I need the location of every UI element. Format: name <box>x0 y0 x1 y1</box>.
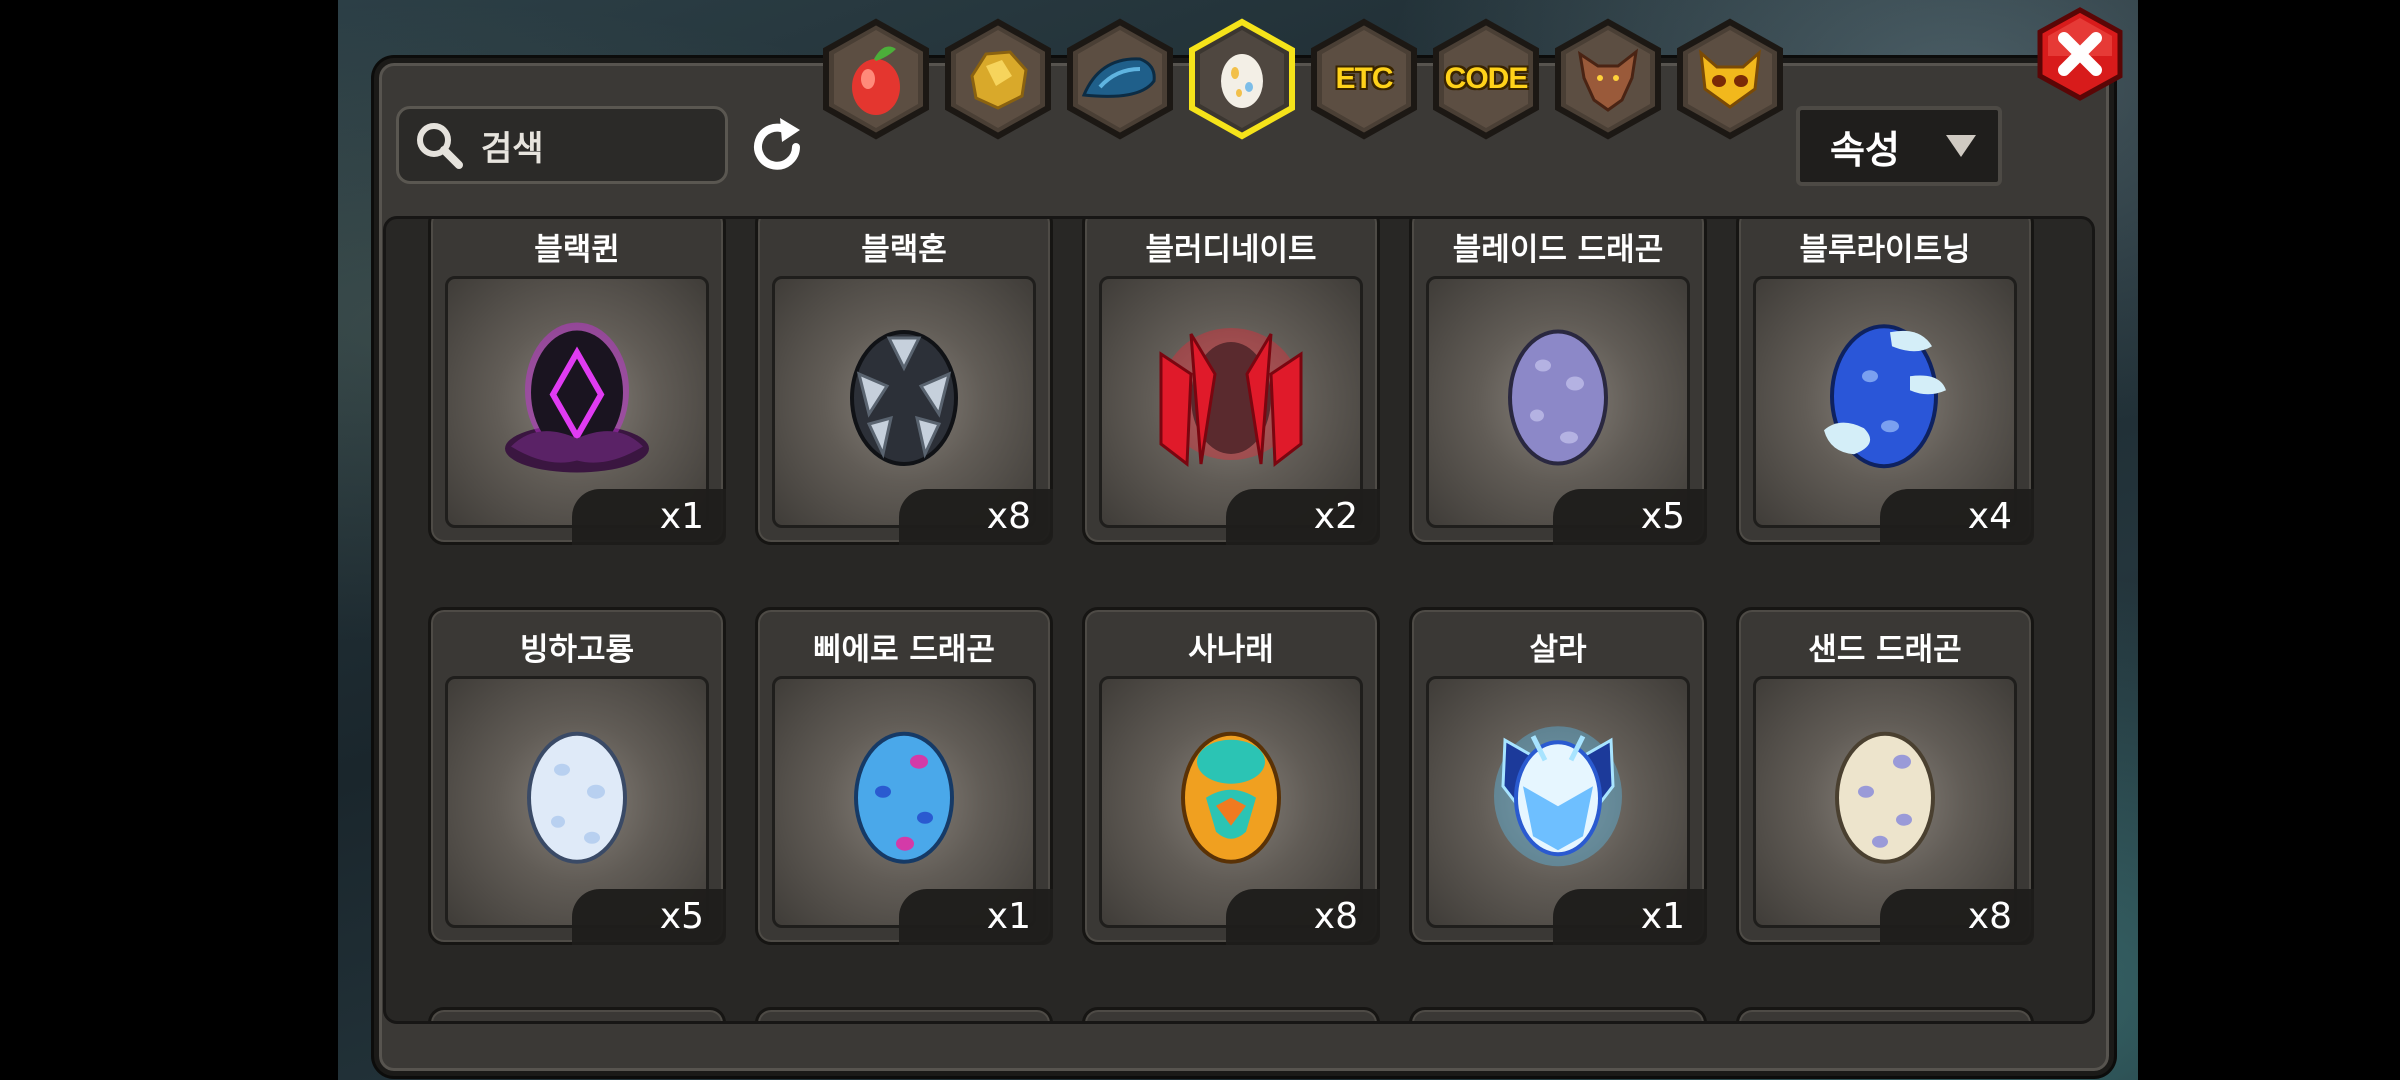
tab-code[interactable]: CODE <box>1430 18 1542 140</box>
black-queen-egg-icon <box>505 322 649 473</box>
chevron-down-icon <box>1946 135 1976 157</box>
item-name: 블루라이트닝 <box>1799 232 1971 268</box>
blue-lightning-egg-icon <box>1824 324 1946 469</box>
item-card-partial[interactable] <box>1082 1007 1380 1021</box>
item-name: 블레이드 드래곤 <box>1452 232 1664 268</box>
item-card-blade-dragon[interactable]: 블레이드 드래곤 x5 <box>1409 219 1707 545</box>
item-card-sala[interactable]: 살라 x1 <box>1409 607 1707 945</box>
item-quantity: x1 <box>899 889 1053 945</box>
item-name: 살라 <box>1529 632 1587 668</box>
sort-label: 속성 <box>1830 127 1900 172</box>
item-card-black-queen[interactable]: 블랙퀸 x1 <box>428 219 726 545</box>
blade-dragon-egg-icon <box>1508 329 1608 466</box>
tab-etc-label: ETC <box>1335 62 1394 95</box>
tab-mask[interactable] <box>1674 18 1786 140</box>
item-card-partial[interactable] <box>428 1007 726 1021</box>
tab-egg[interactable] <box>1186 18 1298 140</box>
item-card-bloody-nate[interactable]: 블러디네이트 x2 <box>1082 219 1380 545</box>
item-card-partial[interactable] <box>1409 1007 1707 1021</box>
item-name: 빙하고룡 <box>519 632 635 668</box>
item-quantity: x8 <box>899 489 1053 545</box>
sanarae-egg-icon <box>1181 731 1281 864</box>
wolf-head-icon <box>1552 18 1664 140</box>
sala-egg-icon <box>1494 726 1622 867</box>
item-card-sand-dragon[interactable]: 샌드 드래곤 x8 <box>1736 607 2034 945</box>
tab-code-label: CODE <box>1444 62 1529 95</box>
search-icon <box>417 123 463 169</box>
item-quantity: x5 <box>572 889 726 945</box>
sand-dragon-egg-icon <box>1835 731 1935 864</box>
refresh-button[interactable] <box>746 116 808 178</box>
refresh-icon <box>754 118 800 170</box>
bloody-nate-egg-icon <box>1159 328 1303 467</box>
item-name: 사나래 <box>1188 632 1274 668</box>
item-name: 블랙퀸 <box>534 232 620 268</box>
yellow-mask-icon <box>1674 18 1786 140</box>
glacier-dragon-egg-icon <box>527 731 627 864</box>
tab-gold-ore[interactable] <box>942 18 1054 140</box>
gold-ore-icon <box>942 18 1054 140</box>
category-tabs: ETC CODE <box>820 18 1786 140</box>
item-card-partial[interactable] <box>1736 1007 2034 1021</box>
item-grid: 블랙퀸 x1 블랙혼 x8 블러디네이트 x2 블레이드 드래곤 x5 블루라이… <box>383 216 2095 1024</box>
item-card-partial[interactable] <box>755 1007 1053 1021</box>
tab-dragon-scale[interactable] <box>1064 18 1176 140</box>
item-card-black-horn[interactable]: 블랙혼 x8 <box>755 219 1053 545</box>
black-horn-egg-icon <box>850 330 958 466</box>
tab-wolf[interactable] <box>1552 18 1664 140</box>
item-quantity: x4 <box>1880 489 2034 545</box>
tab-fruit[interactable] <box>820 18 932 140</box>
item-quantity: x5 <box>1553 489 1707 545</box>
dragon-scale-icon <box>1064 18 1176 140</box>
pierrot-dragon-egg-icon <box>854 731 954 864</box>
item-card-glacier-dragon[interactable]: 빙하고룡 x5 <box>428 607 726 945</box>
item-card-pierrot-dragon[interactable]: 삐에로 드래곤 x1 <box>755 607 1053 945</box>
item-name: 삐에로 드래곤 <box>813 632 995 668</box>
attribute-sort-dropdown[interactable]: 속성 <box>1796 106 2002 186</box>
item-quantity: x1 <box>572 489 726 545</box>
item-quantity: x8 <box>1226 889 1380 945</box>
close-button[interactable] <box>2036 6 2124 102</box>
egg-icon <box>1186 18 1298 140</box>
item-name: 샌드 드래곤 <box>1808 632 1962 668</box>
search-placeholder: 검색 <box>481 128 544 169</box>
item-name: 블러디네이트 <box>1145 232 1317 268</box>
item-quantity: x2 <box>1226 489 1380 545</box>
item-card-sanarae[interactable]: 사나래 x8 <box>1082 607 1380 945</box>
item-card-blue-lightning[interactable]: 블루라이트닝 x4 <box>1736 219 2034 545</box>
search-input[interactable]: 검색 <box>396 106 728 184</box>
item-name: 블랙혼 <box>861 232 947 268</box>
red-fruit-icon <box>820 18 932 140</box>
tab-etc[interactable]: ETC <box>1308 18 1420 140</box>
item-quantity: x1 <box>1553 889 1707 945</box>
close-icon <box>2037 7 2123 101</box>
item-quantity: x8 <box>1880 889 2034 945</box>
